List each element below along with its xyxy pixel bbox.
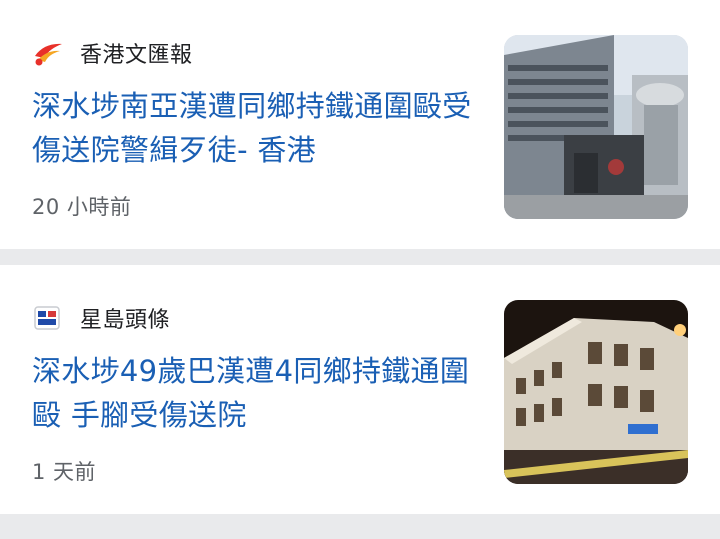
published-time: 1 天前 [32,460,97,484]
news-card[interactable]: 星島頭條 深水埗49歲巴漢遭4同鄉持鐵通圍毆 手腳受傷送院 1 天前 [0,265,720,514]
source-row: 星島頭條 [32,303,170,333]
source-row: 香港文匯報 [32,38,193,68]
police-station-night-image[interactable] [504,300,688,484]
headline-link[interactable]: 深水埗南亞漢遭同鄉持鐵通圍毆受傷送院警緝歹徒- 香港 [32,84,482,172]
singtao-logo-icon [32,304,64,332]
wenweipo-logo-icon [32,39,64,67]
source-name: 星島頭條 [80,308,171,333]
source-name: 香港文匯報 [80,43,193,68]
police-station-building-image[interactable] [504,35,688,219]
headline-link[interactable]: 深水埗49歲巴漢遭4同鄉持鐵通圍毆 手腳受傷送院 [32,349,482,437]
news-card[interactable]: 香港文匯報 深水埗南亞漢遭同鄉持鐵通圍毆受傷送院警緝歹徒- 香港 20 小時前 [0,0,720,249]
published-time: 20 小時前 [32,195,132,219]
